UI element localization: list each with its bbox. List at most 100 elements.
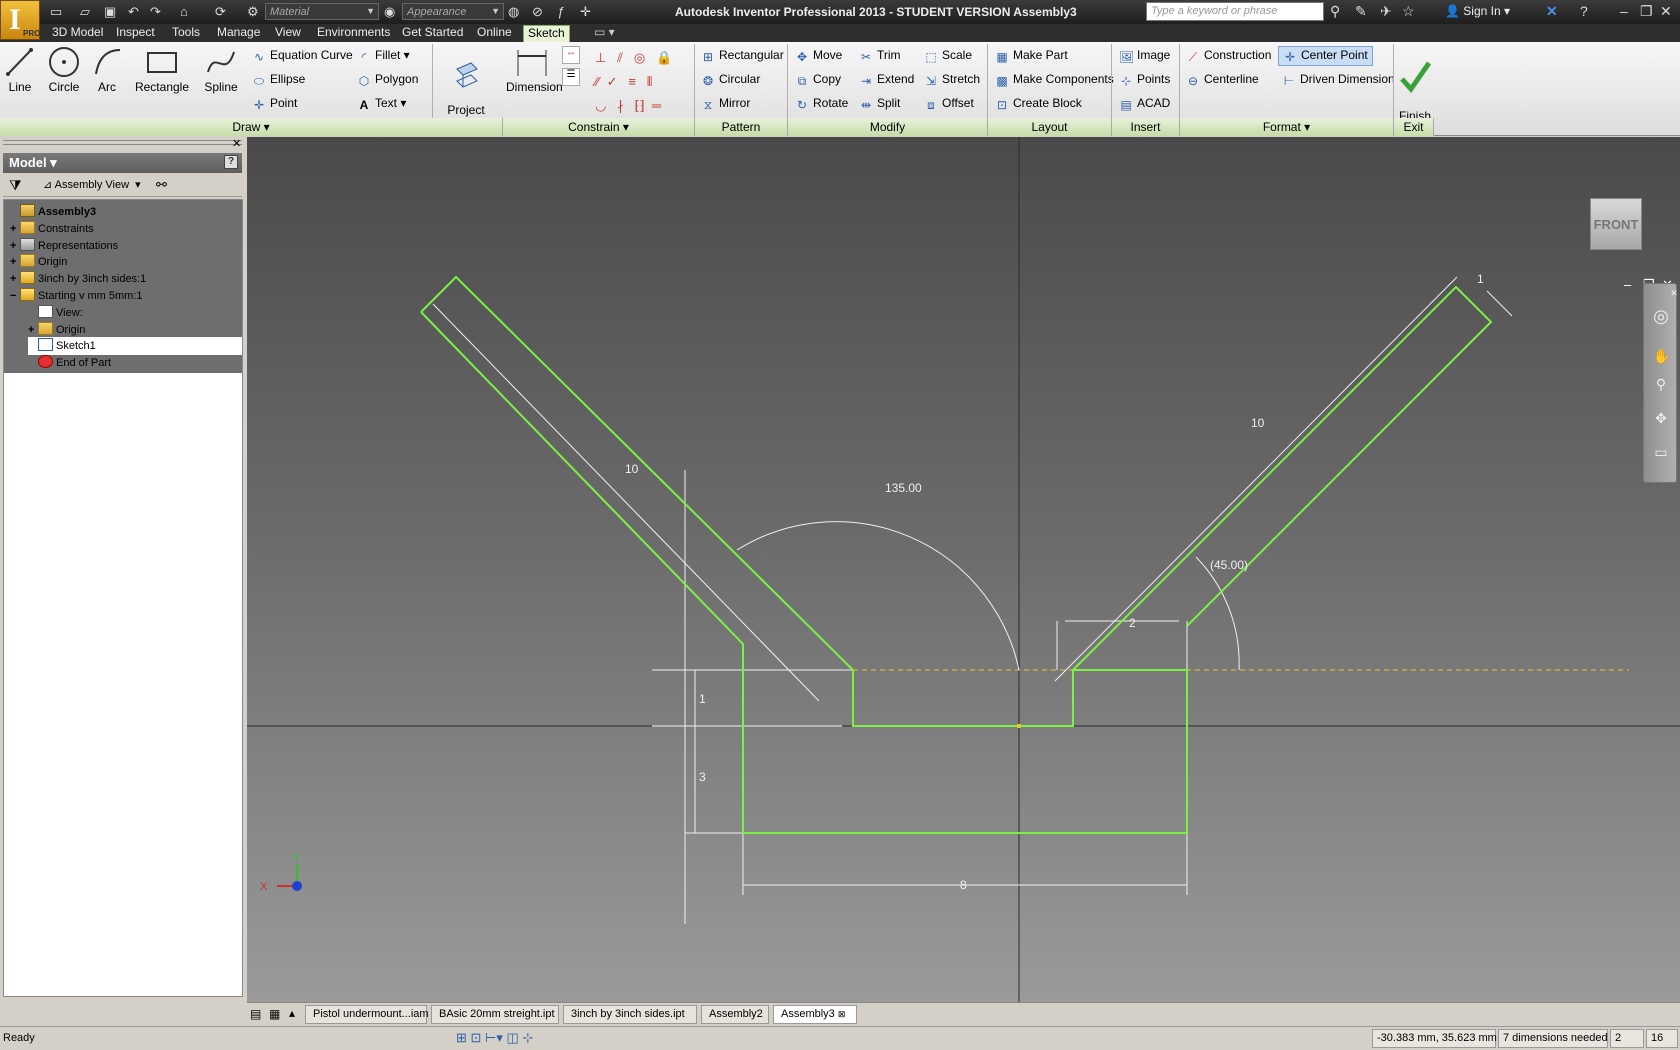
tree-node[interactable]: + Representations — [10, 237, 118, 255]
browser-help-icon[interactable]: ? — [224, 155, 238, 169]
redo-icon[interactable]: ↷ — [150, 4, 161, 20]
tree-node[interactable]: − Starting v mm 5mm:1 — [10, 287, 143, 305]
doc-tab-3[interactable]: Assembly2 — [701, 1005, 769, 1024]
exchange-icon[interactable]: ✕ — [1546, 3, 1558, 20]
circle-button[interactable]: Circle — [46, 46, 82, 94]
equation-curve-button[interactable]: ∿ Equation Curve — [252, 48, 353, 64]
tab-view[interactable]: View — [271, 25, 305, 42]
undo-icon[interactable]: ↶ — [128, 4, 139, 20]
tree-node[interactable]: Assembly3 — [10, 203, 96, 221]
tree-node[interactable]: View: — [28, 304, 83, 322]
circular-pattern-button[interactable]: ❂ Circular — [701, 72, 760, 88]
tree-node[interactable]: + Origin — [28, 321, 85, 339]
tab-manage[interactable]: Manage — [213, 25, 264, 42]
spline-button[interactable]: Spline — [202, 46, 240, 94]
doc-tab-4[interactable]: Assembly3 ⊠ — [773, 1005, 857, 1024]
ellipse-button[interactable]: ⬭ Ellipse — [252, 72, 305, 88]
offset-button[interactable]: ⧈ Offset — [924, 96, 974, 112]
update-icon[interactable]: ⟳ — [215, 4, 226, 20]
steering-wheel-icon[interactable]: ◎ — [1653, 306, 1669, 326]
expand-toggle[interactable]: − — [10, 287, 20, 305]
open-icon[interactable]: ▱ — [80, 4, 90, 20]
help-search-input[interactable]: Type a keyword or phrase — [1146, 2, 1324, 21]
create-block-button[interactable]: ⊡ Create Block — [995, 96, 1082, 112]
expand-toggle[interactable]: + — [10, 237, 20, 255]
trim-button[interactable]: ✂ Trim — [859, 48, 901, 64]
image-button[interactable]: 🖼 Image — [1119, 48, 1170, 64]
new-icon[interactable]: ▭ — [50, 4, 62, 20]
tab-tools[interactable]: Tools — [168, 25, 204, 42]
tree-node[interactable]: Sketch1 — [28, 337, 242, 356]
favorites-icon[interactable]: ☆ — [1402, 3, 1415, 20]
stretch-button[interactable]: ⇲ Stretch — [924, 72, 980, 88]
tab-menu-icon[interactable]: ▴ — [289, 1006, 295, 1020]
doc-tab-0[interactable]: Pistol undermount...iam — [305, 1005, 429, 1024]
expand-toggle[interactable]: + — [10, 270, 20, 288]
settings-icon[interactable]: ⚙ — [247, 4, 259, 20]
close-icon[interactable]: ✕ — [1660, 3, 1672, 20]
make-part-button[interactable]: ▦ Make Part — [995, 48, 1067, 64]
scale-button[interactable]: ⬚ Scale — [924, 48, 972, 64]
sign-in-link[interactable]: 👤 Sign In ▾ — [1445, 4, 1510, 18]
sketch-canvas[interactable]: 10 10 1 135.00 (45.00) 2 1 3 8 X Y — [247, 137, 1680, 1002]
polygon-button[interactable]: ⬡ Polygon — [357, 72, 419, 88]
points-button[interactable]: ⊹ Points — [1119, 72, 1170, 88]
arc-button[interactable]: Arc — [92, 46, 122, 94]
expand-toggle[interactable]: + — [10, 253, 20, 271]
copy-button[interactable]: ⧉ Copy — [795, 72, 841, 88]
tile-horizontal-icon[interactable]: ▤ — [250, 1007, 261, 1021]
navbar-close-icon[interactable]: ✕ — [1666, 288, 1680, 304]
tab-get-started[interactable]: Get Started — [398, 25, 467, 42]
center-point-button[interactable]: ✛ Center Point — [1278, 46, 1373, 66]
color-override-icon[interactable]: ◍ — [508, 4, 519, 20]
tree-node[interactable]: +3inch by 3inch sides:1 — [10, 270, 146, 288]
assembly-view-dropdown[interactable]: ⊿ Assembly View ▾ — [43, 178, 141, 191]
fillet-button[interactable]: ◜ Fillet ▾ — [357, 48, 410, 64]
find-icon[interactable]: ⚯ — [156, 177, 167, 193]
tree-node[interactable]: + Origin — [10, 253, 67, 271]
tab-environments[interactable]: Environments — [313, 25, 394, 42]
orbit-icon[interactable]: ✥ — [1653, 410, 1669, 426]
pan-icon[interactable]: ✋ — [1653, 348, 1670, 364]
application-menu-button[interactable]: I PRO — [0, 0, 40, 40]
driven-dimension-button[interactable]: ⊢ Driven Dimension — [1282, 72, 1395, 88]
ribbon-options-icon[interactable]: ▭ ▾ — [590, 25, 619, 42]
minimize-icon[interactable]: – — [1620, 3, 1628, 19]
filter-icon[interactable]: ⧩ — [9, 177, 22, 194]
auto-dimension-icons[interactable]: ↔ ☰ — [562, 46, 582, 90]
line-button[interactable]: Line — [4, 46, 36, 94]
constraint-icons[interactable]: ⊥ ⫽ ◎ 🔒 ∕∕ ✓ ≡ ⦀ ◡ ∤ ⁅⁆ ═ — [595, 46, 685, 116]
appearance-combo[interactable]: Appearance ▼ — [402, 3, 504, 20]
parameters-icon[interactable]: ƒ — [557, 4, 564, 20]
restore-icon[interactable]: ❐ — [1640, 3, 1653, 20]
construction-button[interactable]: ⟋ Construction — [1186, 48, 1272, 64]
help-icon[interactable]: ? — [1580, 3, 1588, 19]
material-combo[interactable]: Material ▼ — [265, 3, 379, 20]
dimension-button[interactable]: Dimension — [506, 46, 563, 94]
binoculars-icon[interactable]: ⚲ — [1330, 3, 1340, 20]
wrench-icon[interactable]: ✎ — [1355, 3, 1367, 20]
expand-toggle[interactable]: + — [10, 220, 20, 238]
move-button[interactable]: ✥ Move — [795, 48, 842, 64]
rectangle-button[interactable]: Rectangle — [134, 46, 190, 94]
tab-online[interactable]: Online — [473, 25, 516, 42]
doc-tab-1[interactable]: BAsic 20mm streight.ipt — [431, 1005, 559, 1024]
select-icon[interactable]: ⌂ — [180, 4, 188, 20]
format-panel-label[interactable]: Format ▾ — [1180, 118, 1394, 136]
browser-close-icon[interactable]: ✕ — [232, 137, 241, 150]
browser-header[interactable]: Model ▾ ? — [3, 153, 242, 173]
tab-inspect[interactable]: Inspect — [112, 25, 159, 42]
extend-button[interactable]: ⇥ Extend — [859, 72, 914, 88]
doc-tab-2[interactable]: 3inch by 3inch sides.ipt — [563, 1005, 697, 1024]
tab-3d-model[interactable]: 3D Model — [48, 25, 107, 42]
viewcube[interactable]: FRONT — [1590, 198, 1642, 250]
tree-node[interactable]: End of Part — [28, 354, 111, 372]
clear-override-icon[interactable]: ⊘ — [532, 4, 543, 20]
rectangular-pattern-button[interactable]: ⊞ Rectangular — [701, 48, 784, 64]
expand-toggle[interactable]: + — [28, 321, 38, 339]
acad-button[interactable]: ▤ ACAD — [1119, 96, 1170, 112]
draw-panel-label[interactable]: Draw ▾ — [0, 118, 503, 136]
tree-node[interactable]: + Constraints — [10, 220, 94, 238]
save-icon[interactable]: ▣ — [104, 4, 116, 20]
look-at-icon[interactable]: ▭ — [1653, 444, 1669, 460]
